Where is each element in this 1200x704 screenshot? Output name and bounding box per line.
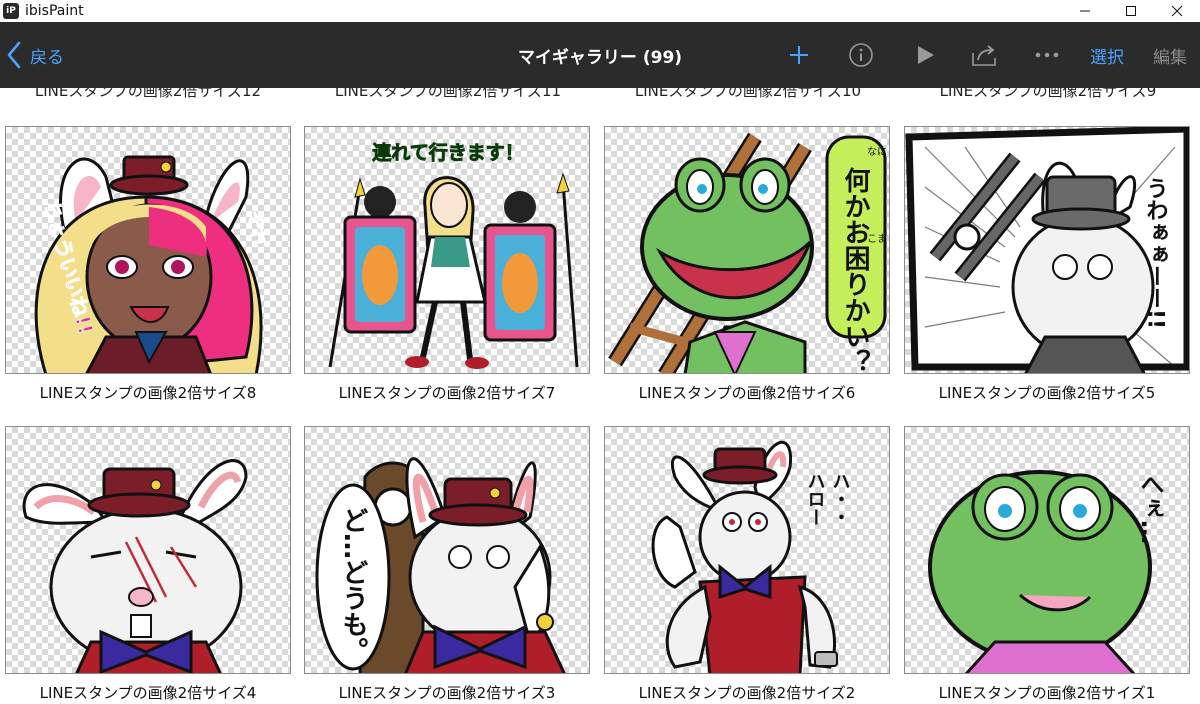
more-button[interactable] [1032,22,1062,88]
gallery-toolbar: 戻る マイギャラリー (99) 選択 編集 [0,22,1200,88]
minimize-button[interactable] [1062,0,1108,22]
play-button[interactable] [910,22,940,88]
chevron-left-icon [7,41,21,69]
back-button[interactable]: 戻る [6,22,64,88]
sticker-text: ど…どうも。 [338,507,368,663]
artwork-caption: LINEスタンプの画像2倍サイズ12 [34,88,262,100]
artwork-caption: LINEスタンプの画像2倍サイズ9 [939,88,1157,100]
sticker-text: ハ・・ [830,472,851,526]
waving-rabbit-illustration: ハ・・ ハロー [651,440,851,673]
artwork-caption: LINEスタンプの画像2倍サイズ7 [338,384,556,402]
window-controls [1062,0,1200,22]
sticker-text: へぇ… [1136,472,1164,544]
ruby-text: こま [867,233,887,245]
info-icon [849,43,873,67]
artwork-thumbnail[interactable]: ハ・・ ハロー [604,426,890,674]
artwork-thumbnail[interactable] [5,426,291,674]
more-icon [1035,52,1059,58]
share-button[interactable] [968,22,1002,88]
maximize-icon [1126,6,1136,16]
share-icon [972,45,996,66]
card-soldiers-illustration: 連れて行きます！ [328,141,579,369]
sticker-text: それ [243,209,270,248]
artwork-caption: LINEスタンプの画像2倍サイズ8 [39,384,257,402]
frog-face-illustration: へぇ… [928,470,1164,673]
info-button[interactable] [846,22,876,88]
sticker-text: 連れて行きます！ [372,141,523,164]
select-button[interactable]: 選択 [1090,22,1124,88]
artwork-caption: LINEスタンプの画像2倍サイズ2 [638,684,856,702]
play-icon [918,46,934,64]
sticker-text: 何かお困りかい？ [840,167,870,374]
artwork-caption: LINEスタンプの画像2倍サイズ4 [39,684,257,702]
ibispaint-app-icon: iP [3,3,19,19]
artwork-thumbnail[interactable]: 連れて行きます！ [304,126,590,374]
page-title: マイギャラリー (99) [517,47,683,68]
artwork-caption: LINEスタンプの画像2倍サイズ6 [638,384,856,402]
maximize-button[interactable] [1108,0,1154,22]
artwork-thumbnail[interactable]: 何かお困りかい？ なに こま [604,126,890,374]
gallery-grid: LINEスタンプの画像2倍サイズ12 LINEスタンプの画像2倍サイズ11 LI… [0,88,1200,704]
artwork-thumbnail[interactable]: うわぁぁーー!! [904,126,1190,374]
plus-icon [790,46,808,64]
edit-button[interactable]: 編集 [1153,22,1187,88]
artwork-caption: LINEスタンプの画像2倍サイズ1 [938,684,1156,702]
artwork-thumbnail[interactable]: ど…どうも。 [304,426,590,674]
frog-ladder-illustration: 何かお困りかい？ なに こま [608,132,887,374]
rabbit-clock-illustration: ど…どうも。 [315,457,566,673]
artwork-caption: LINEスタンプの画像2倍サイズ5 [938,384,1156,402]
back-label: 戻る [30,47,64,68]
ruby-text: なに [867,146,887,158]
artwork-caption: LINEスタンプの画像2倍サイズ3 [338,684,556,702]
window-title-bar: iP ibisPaint [0,0,1200,22]
close-icon [1171,5,1183,17]
add-button[interactable] [784,22,814,88]
artwork-caption: LINEスタンプの画像2倍サイズ10 [634,88,862,100]
close-button[interactable] [1154,0,1200,22]
artwork-thumbnail[interactable]: ちょういいね!! それ [5,126,291,374]
sticker-text: ハロー [805,472,826,526]
minimize-icon [1080,10,1090,12]
sticker-text: うわぁぁーー!! [1143,177,1169,329]
window-title: ibisPaint [25,3,84,19]
bunny-girl-illustration: ちょういいね!! それ [34,155,270,373]
startled-rabbit-illustration: うわぁぁーー!! [905,127,1189,373]
sad-rabbit-illustration [22,459,248,673]
artwork-thumbnail[interactable]: へぇ… [904,426,1190,674]
artwork-caption: LINEスタンプの画像2倍サイズ11 [334,88,562,100]
